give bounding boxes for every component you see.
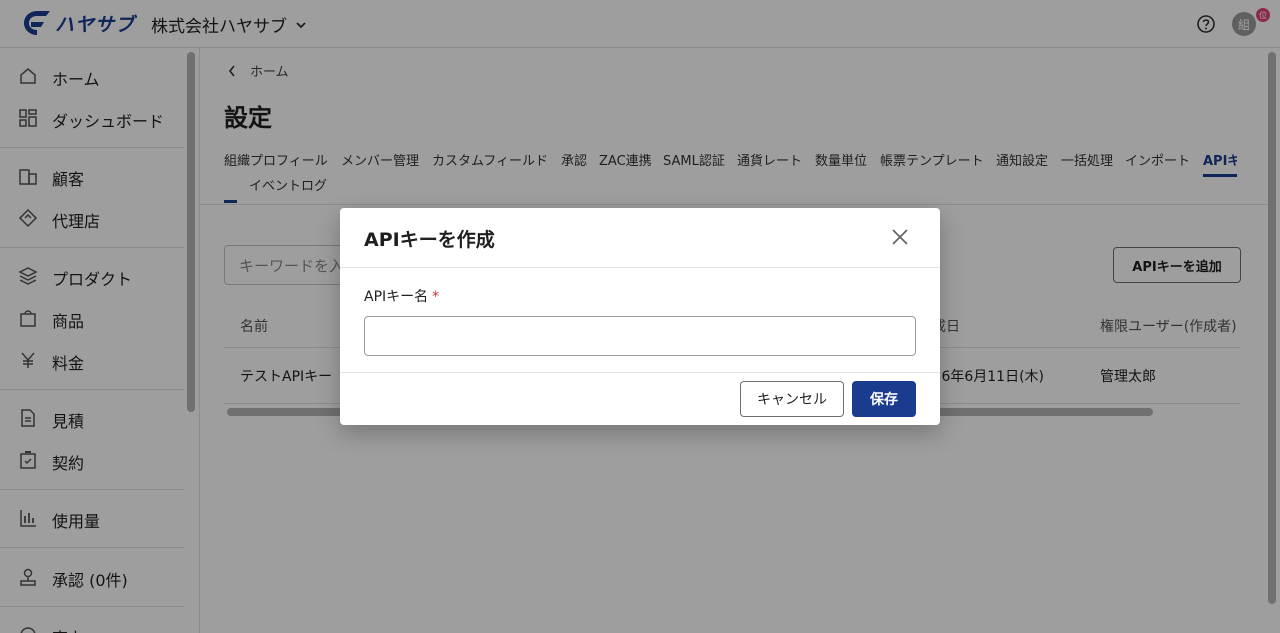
- save-button[interactable]: 保存: [852, 381, 916, 417]
- dialog-footer-divider: [340, 372, 940, 373]
- api-key-name-input[interactable]: [364, 316, 916, 356]
- close-icon[interactable]: [890, 227, 910, 247]
- create-api-key-dialog: APIキーを作成 APIキー名 * キャンセル 保存: [340, 208, 940, 425]
- api-key-name-label: APIキー名 *: [364, 286, 439, 306]
- cancel-button[interactable]: キャンセル: [740, 381, 844, 417]
- field-label-text: APIキー名: [364, 289, 429, 305]
- dialog-title: APIキーを作成: [364, 229, 495, 251]
- dialog-header-divider: [340, 267, 940, 268]
- required-mark: *: [432, 289, 440, 305]
